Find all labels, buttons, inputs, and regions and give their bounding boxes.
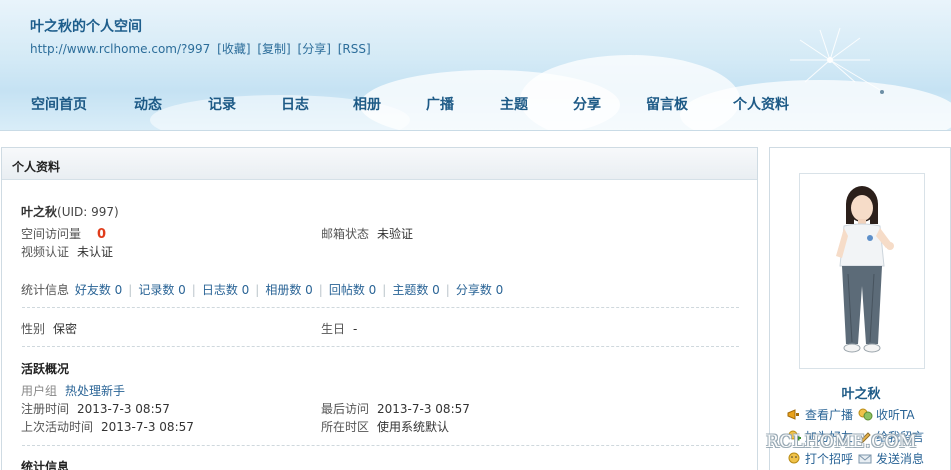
poke-label: 打个招呼	[805, 452, 854, 466]
avatar-figure	[836, 186, 894, 353]
gender-row: 性别 保密	[21, 320, 77, 337]
last-active-label: 上次活动时间	[21, 420, 94, 434]
stats-section-title: 统计信息	[21, 460, 70, 470]
sidebar-panel: 叶之秋 查看广播 收听TA 加为好友 给我留言 打个招呼 发送消息	[769, 147, 951, 470]
visits-label: 空间访问量	[21, 227, 82, 241]
stat-separator: |	[318, 283, 323, 297]
video-label: 视频认证	[21, 245, 70, 259]
profile-name: 叶之秋	[21, 205, 58, 219]
nav-feed[interactable]: 动态	[134, 94, 162, 114]
nav-home[interactable]: 空间首页	[31, 94, 87, 114]
visits-value: 0	[97, 227, 107, 242]
stat-separator: |	[128, 283, 133, 297]
email-row: 邮箱状态 未验证	[321, 225, 413, 242]
birthday-value: -	[353, 322, 358, 336]
nav-profile[interactable]: 个人资料	[733, 94, 789, 114]
video-value: 未认证	[77, 245, 114, 259]
poke-link[interactable]: 打个招呼	[787, 450, 853, 467]
stat-separator: |	[255, 283, 260, 297]
site-watermark: RCLHOME.COM	[766, 432, 917, 452]
nav-album[interactable]: 相册	[353, 94, 381, 114]
visits-row: 空间访问量 0	[21, 225, 106, 242]
activity-title: 活跃概况	[21, 362, 70, 376]
last-visit-row: 最后访问 2013-7-3 08:57	[321, 400, 470, 417]
profile-uid: (UID: 997)	[57, 205, 119, 219]
last-visit-value: 2013-7-3 08:57	[377, 402, 470, 416]
sidebar-username[interactable]: 叶之秋	[770, 383, 951, 402]
poke-icon	[788, 452, 800, 464]
nav-share[interactable]: 分享	[573, 94, 601, 114]
birthday-label: 生日	[321, 322, 346, 336]
last-active-row: 上次活动时间 2013-7-3 08:57	[21, 418, 194, 435]
email-label: 邮箱状态	[321, 227, 370, 241]
nav-blog[interactable]: 日志	[281, 94, 309, 114]
group-label: 用户组	[21, 384, 58, 398]
stat-albums[interactable]: 相册数 0	[265, 283, 312, 297]
view-broadcast-link[interactable]: 查看广播	[787, 406, 853, 423]
timezone-value: 使用系统默认	[377, 420, 450, 434]
send-message-link[interactable]: 发送消息	[858, 450, 924, 467]
email-value: 未验证	[377, 227, 414, 241]
envelope-icon	[858, 454, 872, 464]
register-label: 注册时间	[21, 402, 70, 416]
stats-label: 统计信息	[21, 283, 70, 297]
profile-name-row: 叶之秋(UID: 997)	[21, 203, 119, 220]
stat-separator: |	[382, 283, 387, 297]
register-row: 注册时间 2013-7-3 08:57	[21, 400, 170, 417]
group-row: 用户组 热处理新手	[21, 382, 125, 399]
last-active-value: 2013-7-3 08:57	[101, 420, 194, 434]
divider	[22, 307, 739, 308]
follow-icon	[858, 408, 873, 421]
group-value[interactable]: 热处理新手	[65, 384, 125, 398]
timezone-label: 所在时区	[321, 420, 370, 434]
view-broadcast-label: 查看广播	[805, 408, 854, 422]
space-links: http://www.rclhome.com/?997 [收藏] [复制] [分…	[30, 40, 374, 57]
gender-label: 性别	[21, 322, 46, 336]
space-url-link[interactable]: http://www.rclhome.com/?997	[30, 42, 210, 56]
stat-topics[interactable]: 主题数 0	[392, 283, 439, 297]
last-visit-label: 最后访问	[321, 402, 370, 416]
stat-shares[interactable]: 分享数 0	[456, 283, 503, 297]
space-nav: 空间首页 动态 记录 日志 相册 广播 主题 分享 留言板 个人资料	[0, 94, 951, 116]
follow-link[interactable]: 收听TA	[858, 406, 915, 423]
copy-link[interactable]: [复制]	[257, 42, 290, 56]
megaphone-icon	[787, 409, 799, 420]
favorite-link[interactable]: [收藏]	[217, 42, 250, 56]
space-title[interactable]: 叶之秋的个人空间	[30, 16, 142, 36]
stat-friends[interactable]: 好友数 0	[75, 283, 122, 297]
stat-blogs[interactable]: 日志数 0	[202, 283, 249, 297]
timezone-row: 所在时区 使用系统默认	[321, 418, 449, 435]
divider	[22, 445, 739, 446]
follow-label: 收听TA	[876, 408, 915, 422]
space-header: 叶之秋的个人空间 http://www.rclhome.com/?997 [收藏…	[0, 0, 951, 131]
nav-records[interactable]: 记录	[208, 94, 236, 114]
share-link[interactable]: [分享]	[298, 42, 331, 56]
rss-link[interactable]: [RSS]	[338, 42, 371, 56]
panel-title: 个人资料	[2, 148, 757, 180]
stat-records[interactable]: 记录数 0	[138, 283, 185, 297]
send-message-label: 发送消息	[876, 452, 925, 466]
nav-broadcast[interactable]: 广播	[426, 94, 454, 114]
profile-panel: 个人资料 叶之秋(UID: 997) 空间访问量 0 邮箱状态 未验证 视频认证 未认…	[1, 147, 758, 470]
avatar[interactable]	[799, 173, 925, 369]
nav-guestbook[interactable]: 留言板	[646, 94, 688, 114]
birthday-row: 生日 -	[321, 320, 357, 337]
nav-topics[interactable]: 主题	[500, 94, 528, 114]
stat-separator: |	[445, 283, 450, 297]
gender-value: 保密	[53, 322, 78, 336]
video-row: 视频认证 未认证	[21, 243, 113, 260]
stat-replies[interactable]: 回帖数 0	[329, 283, 376, 297]
divider	[22, 346, 739, 347]
register-value: 2013-7-3 08:57	[77, 402, 170, 416]
stat-separator: |	[191, 283, 196, 297]
stats-row: 统计信息 好友数 0 | 记录数 0 | 日志数 0 | 相册数 0 | 回帖数 0 | 主题数 0…	[21, 281, 503, 298]
